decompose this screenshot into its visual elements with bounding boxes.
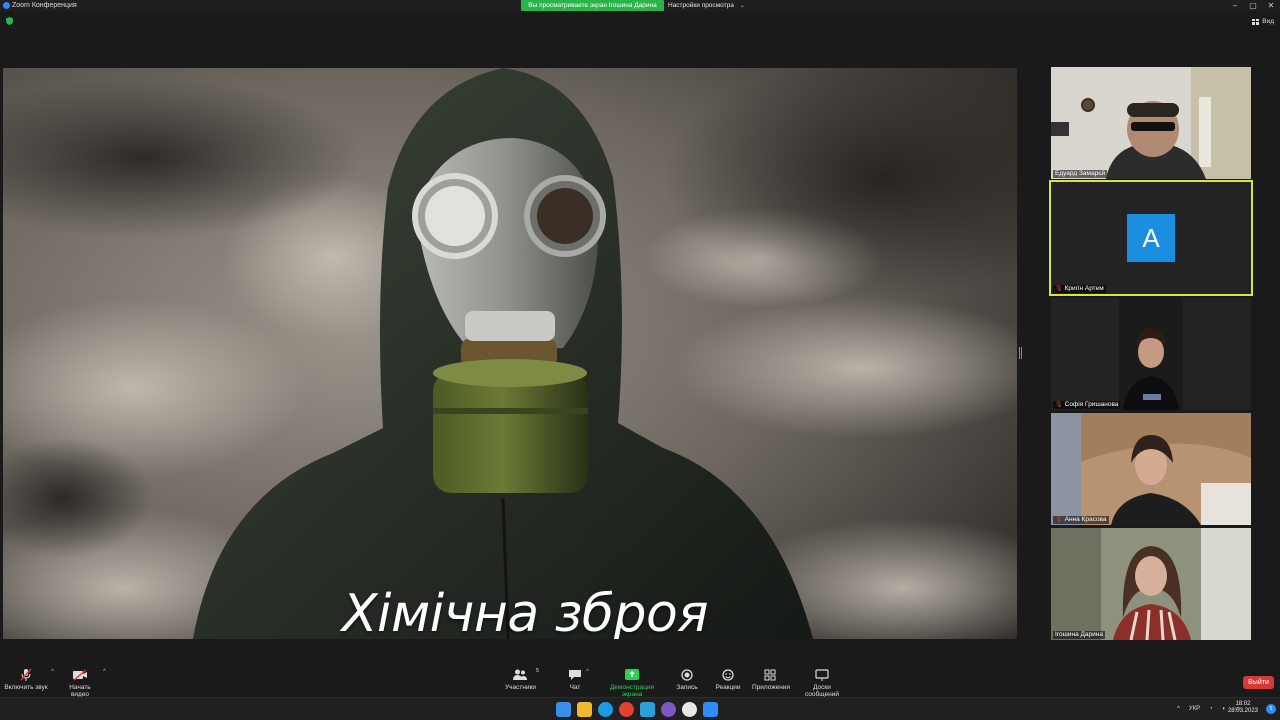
viber-icon[interactable] bbox=[661, 702, 676, 717]
video-off-icon bbox=[73, 669, 87, 681]
screen-share-banner: Вы просматриваете экран Ігошина Дарина bbox=[521, 0, 664, 11]
caret-up-icon[interactable]: ^ bbox=[586, 669, 589, 675]
record-icon bbox=[681, 669, 693, 681]
mic-muted-icon: 🎙 bbox=[1055, 517, 1063, 523]
apps-icon bbox=[764, 669, 776, 681]
window-title: Zoom Конференция bbox=[12, 2, 77, 9]
view-settings-menu[interactable]: Настройки просмотра ⌄ bbox=[668, 0, 745, 11]
start-video-button[interactable]: Начать видео ^ bbox=[60, 669, 106, 698]
whiteboards-button[interactable]: Доски сообщений bbox=[796, 669, 848, 698]
view-button[interactable]: Вид bbox=[1252, 18, 1274, 25]
close-icon[interactable]: ✕ bbox=[1262, 0, 1280, 11]
participant-name: 🎙 Анна Красова bbox=[1053, 516, 1109, 524]
participant-tile-active[interactable]: A 🎙 Кригін Артем bbox=[1049, 180, 1253, 296]
record-button[interactable]: Запись bbox=[676, 669, 698, 691]
shared-screen[interactable]: Хімічна зброя bbox=[3, 68, 1017, 639]
windows-taskbar: ^ УКР ◔ ◖ ▭ 18:02 28.03.2023 5 bbox=[0, 697, 1280, 720]
telegram-icon[interactable] bbox=[640, 702, 655, 717]
mic-muted-icon: 🎙 bbox=[1055, 286, 1063, 292]
notifications-badge[interactable]: 5 bbox=[1266, 704, 1276, 714]
smiley-icon bbox=[722, 669, 734, 681]
clock-time: 18:02 bbox=[1235, 701, 1251, 707]
participant-tile[interactable]: Едуард Замарєй bbox=[1051, 67, 1251, 179]
taskbar-apps bbox=[556, 702, 718, 717]
caret-up-icon[interactable]: ^ bbox=[103, 669, 106, 675]
edge-icon[interactable] bbox=[598, 702, 613, 717]
participant-video bbox=[1051, 413, 1251, 525]
chat-button[interactable]: Чат ^ bbox=[567, 669, 589, 691]
file-explorer-icon[interactable] bbox=[577, 702, 592, 717]
language-indicator[interactable]: УКР bbox=[1189, 702, 1200, 717]
participant-video bbox=[1051, 67, 1251, 179]
unmute-button[interactable]: Включить звук ^ bbox=[4, 669, 54, 691]
participant-name: 🎙 Кригін Артем bbox=[1053, 285, 1106, 293]
apps-button[interactable]: Приложения bbox=[752, 669, 790, 691]
view-settings-label: Настройки просмотра bbox=[668, 2, 734, 9]
title-bar: Zoom Конференция Вы просматриваете экран… bbox=[0, 0, 1280, 11]
view-button-label: Вид bbox=[1262, 18, 1274, 25]
window-controls: – ▢ ✕ bbox=[1226, 0, 1280, 11]
windows-start-icon[interactable] bbox=[556, 702, 571, 717]
participant-avatar: A bbox=[1127, 214, 1175, 262]
participants-icon bbox=[513, 669, 527, 680]
participant-name: Ігошина Дарина bbox=[1053, 631, 1105, 639]
zoom-taskbar-icon[interactable] bbox=[703, 702, 718, 717]
participant-name: 🎙 Софія Гришанова bbox=[1053, 401, 1121, 409]
volume-icon[interactable]: ◖ bbox=[1222, 702, 1226, 717]
share-screen-icon bbox=[625, 669, 639, 680]
chrome-icon[interactable] bbox=[619, 702, 634, 717]
search-icon[interactable] bbox=[682, 702, 697, 717]
mic-muted-icon bbox=[20, 669, 32, 681]
whiteboard-icon bbox=[815, 669, 829, 681]
encryption-shield-icon[interactable] bbox=[6, 17, 13, 25]
chevron-down-icon: ⌄ bbox=[739, 3, 745, 9]
slide-image bbox=[3, 68, 1017, 639]
wifi-icon[interactable]: ◔ bbox=[1209, 702, 1213, 717]
reactions-button[interactable]: Реакции bbox=[715, 669, 741, 691]
grid-view-icon bbox=[1252, 18, 1260, 25]
system-clock[interactable]: 18:02 28.03.2023 bbox=[1228, 701, 1258, 715]
slide-title: Хімічна зброя bbox=[341, 584, 709, 639]
participant-video bbox=[1051, 528, 1251, 640]
participant-video bbox=[1051, 298, 1251, 410]
participants-button[interactable]: 5 Участники bbox=[505, 668, 539, 691]
zoom-logo-icon bbox=[3, 2, 10, 9]
panel-resize-handle[interactable] bbox=[1019, 347, 1022, 359]
meeting-toolbar: Включить звук ^ Начать видео ^ 5 Участни… bbox=[0, 665, 1280, 698]
participant-tile[interactable]: Ігошина Дарина bbox=[1051, 528, 1251, 640]
participants-count: 5 bbox=[535, 668, 539, 674]
participant-name: Едуард Замарєй bbox=[1053, 170, 1108, 178]
minimize-icon[interactable]: – bbox=[1226, 0, 1244, 11]
leave-button[interactable]: Выйти bbox=[1243, 676, 1274, 689]
chat-icon bbox=[569, 670, 581, 680]
caret-up-icon[interactable]: ^ bbox=[51, 669, 54, 675]
mic-muted-icon: 🎙 bbox=[1055, 402, 1063, 408]
participant-tile[interactable]: 🎙 Софія Гришанова bbox=[1051, 298, 1251, 410]
share-screen-button[interactable]: Демонстрация экрана bbox=[601, 669, 663, 698]
tray-chevron-up-icon[interactable]: ^ bbox=[1177, 702, 1180, 717]
clock-date: 28.03.2023 bbox=[1227, 708, 1258, 714]
maximize-icon[interactable]: ▢ bbox=[1244, 0, 1262, 11]
participant-tile[interactable]: 🎙 Анна Красова bbox=[1051, 413, 1251, 525]
